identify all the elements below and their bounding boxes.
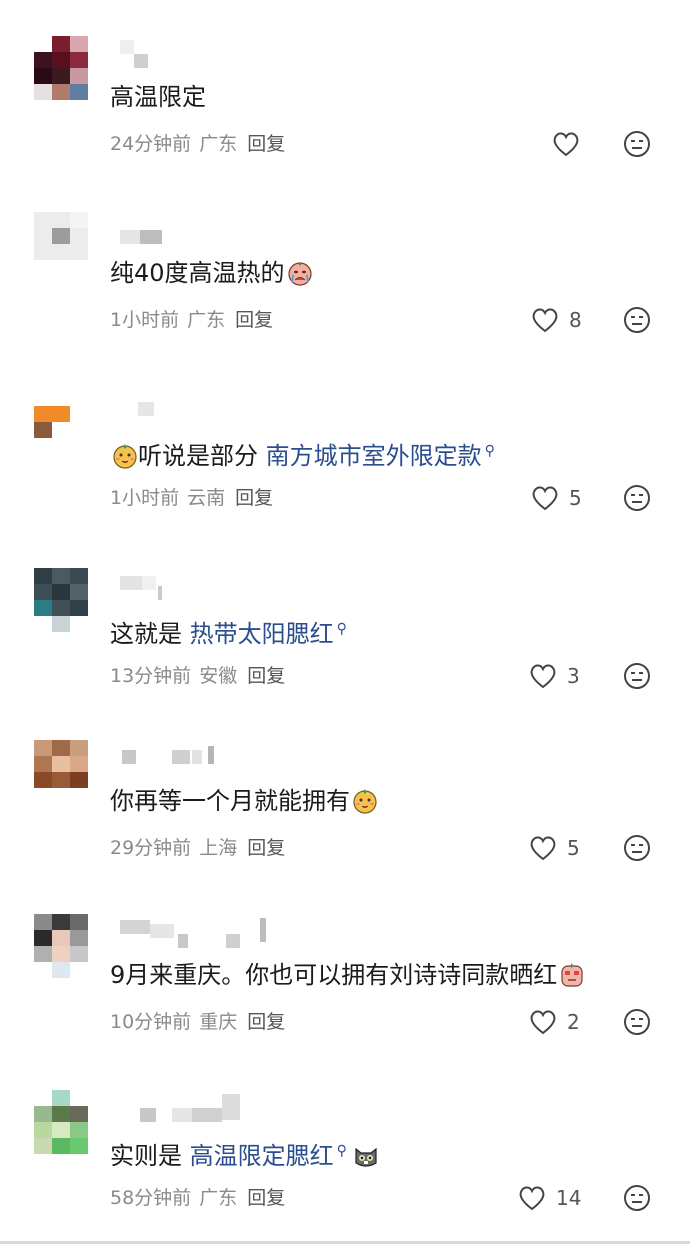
- comment-time: 1小时前: [110, 309, 180, 331]
- comment-item: 9月来重庆。你也可以拥有刘诗诗同款晒红 10分钟前 重庆 回复 2: [0, 914, 690, 1084]
- comment-meta: 1小时前 云南 回复: [110, 484, 273, 512]
- like-count: 3: [567, 664, 580, 688]
- comment-time: 24分钟前: [110, 133, 192, 155]
- comment-time: 58分钟前: [110, 1187, 192, 1209]
- comment-time: 1小时前: [110, 487, 180, 509]
- cat-face-emoji-icon: [355, 1147, 377, 1167]
- comment-location: 安徽: [199, 665, 238, 687]
- search-small-icon[interactable]: ⚲: [337, 1143, 347, 1159]
- heart-outline-icon: [532, 486, 558, 511]
- comment-location: 广东: [199, 133, 238, 155]
- comment-location: 云南: [187, 487, 226, 509]
- comment-time: 13分钟前: [110, 665, 192, 687]
- comment-text: 9月来重庆。你也可以拥有刘诗诗同款晒红: [110, 958, 585, 992]
- like-button[interactable]: 3: [529, 662, 580, 690]
- comment-text: 实则是 高温限定腮红 ⚲: [110, 1134, 379, 1173]
- avatar[interactable]: [34, 568, 88, 632]
- reply-button[interactable]: 回复: [247, 1187, 285, 1209]
- comment-text: 纯40度高温热的: [110, 256, 313, 290]
- like-button[interactable]: 5: [529, 834, 580, 862]
- comment-meta: 58分钟前 广东 回复: [110, 1184, 285, 1212]
- comment-item: 这就是 热带太阳腮红 ⚲ 13分钟前 安徽 回复 3: [0, 568, 690, 738]
- comment-item: 纯40度高温热的 1小时前 广东 回复 8: [0, 212, 690, 382]
- heart-outline-icon: [519, 1186, 545, 1211]
- avatar[interactable]: [34, 390, 88, 454]
- crying-emoji-icon: [287, 262, 312, 286]
- like-button[interactable]: 14: [518, 1184, 581, 1212]
- comment-meta: 29分钟前 上海 回复: [110, 834, 285, 862]
- topic-link[interactable]: 热带太阳腮红: [190, 620, 334, 648]
- happy-face-emoji-icon: [113, 444, 137, 469]
- neutral-face-icon[interactable]: [623, 130, 651, 158]
- topic-link[interactable]: 高温限定腮红: [190, 1142, 334, 1170]
- neutral-face-icon[interactable]: [623, 306, 651, 334]
- comment-item: 高温限定 24分钟前 广东 回复: [0, 36, 690, 206]
- heart-outline-icon: [532, 308, 558, 333]
- username[interactable]: [110, 394, 270, 418]
- happy-face-emoji-icon: [353, 789, 377, 814]
- like-count: 5: [567, 836, 580, 860]
- avatar[interactable]: [34, 740, 88, 804]
- reply-button[interactable]: 回复: [247, 133, 285, 155]
- avatar[interactable]: [34, 212, 88, 276]
- comment-location: 重庆: [199, 1011, 238, 1033]
- comment-item: 你再等一个月就能拥有 29分钟前 上海 回复 5: [0, 740, 690, 910]
- heart-outline-icon: [530, 1010, 556, 1035]
- comment-list: 高温限定 24分钟前 广东 回复 纯40度高温热的 1小时前 广东 回复 8 听…: [0, 0, 690, 1244]
- avatar[interactable]: [34, 1090, 88, 1154]
- username[interactable]: [110, 1094, 270, 1122]
- comment-time: 29分钟前: [110, 837, 192, 859]
- reply-button[interactable]: 回复: [247, 665, 285, 687]
- like-count: 5: [569, 486, 582, 510]
- comment-text: 这就是 热带太阳腮红 ⚲: [110, 620, 347, 648]
- like-count: 8: [569, 308, 582, 332]
- sunburned-face-emoji-icon: [561, 963, 583, 987]
- heart-outline-icon: [530, 836, 556, 861]
- reply-button[interactable]: 回复: [235, 309, 273, 331]
- reply-button[interactable]: 回复: [247, 837, 285, 859]
- avatar[interactable]: [34, 914, 88, 978]
- heart-outline-icon: [553, 132, 579, 157]
- comment-meta: 10分钟前 重庆 回复: [110, 1008, 285, 1036]
- comment-location: 上海: [199, 837, 238, 859]
- like-count: 14: [556, 1186, 582, 1210]
- topic-link[interactable]: 南方城市室外限定款: [266, 442, 482, 470]
- like-count: 2: [567, 1010, 580, 1034]
- reply-button[interactable]: 回复: [247, 1011, 285, 1033]
- like-button[interactable]: 8: [531, 306, 582, 334]
- username[interactable]: [110, 216, 270, 244]
- comment-meta: 24分钟前 广东 回复: [110, 130, 285, 158]
- comment-item: 听说是部分 南方城市室外限定款 ⚲ 1小时前 云南 回复 5: [0, 390, 690, 560]
- comment-time: 10分钟前: [110, 1011, 192, 1033]
- comment-text: 听说是部分 南方城市室外限定款 ⚲: [110, 434, 499, 473]
- neutral-face-icon[interactable]: [623, 1008, 651, 1036]
- neutral-face-icon[interactable]: [623, 834, 651, 862]
- comment-text: 高温限定: [110, 83, 206, 111]
- username[interactable]: [110, 40, 270, 68]
- like-button[interactable]: [552, 130, 590, 158]
- comment-meta: 1小时前 广东 回复: [110, 306, 273, 334]
- like-button[interactable]: 5: [531, 484, 582, 512]
- search-small-icon[interactable]: ⚲: [337, 621, 347, 637]
- avatar[interactable]: [34, 36, 88, 100]
- neutral-face-icon[interactable]: [623, 1184, 651, 1212]
- comment-location: 广东: [187, 309, 226, 331]
- comment-location: 广东: [199, 1187, 238, 1209]
- comment-text: 你再等一个月就能拥有: [110, 784, 378, 818]
- neutral-face-icon[interactable]: [623, 662, 651, 690]
- neutral-face-icon[interactable]: [623, 484, 651, 512]
- reply-button[interactable]: 回复: [235, 487, 273, 509]
- username[interactable]: [110, 572, 270, 600]
- search-small-icon[interactable]: ⚲: [485, 443, 495, 459]
- username[interactable]: [110, 918, 270, 948]
- comment-meta: 13分钟前 安徽 回复: [110, 662, 285, 690]
- username[interactable]: [110, 744, 270, 768]
- comment-item: 实则是 高温限定腮红 ⚲ 58分钟前 广东 回复 14: [0, 1090, 690, 1260]
- like-button[interactable]: 2: [529, 1008, 580, 1036]
- heart-outline-icon: [530, 664, 556, 689]
